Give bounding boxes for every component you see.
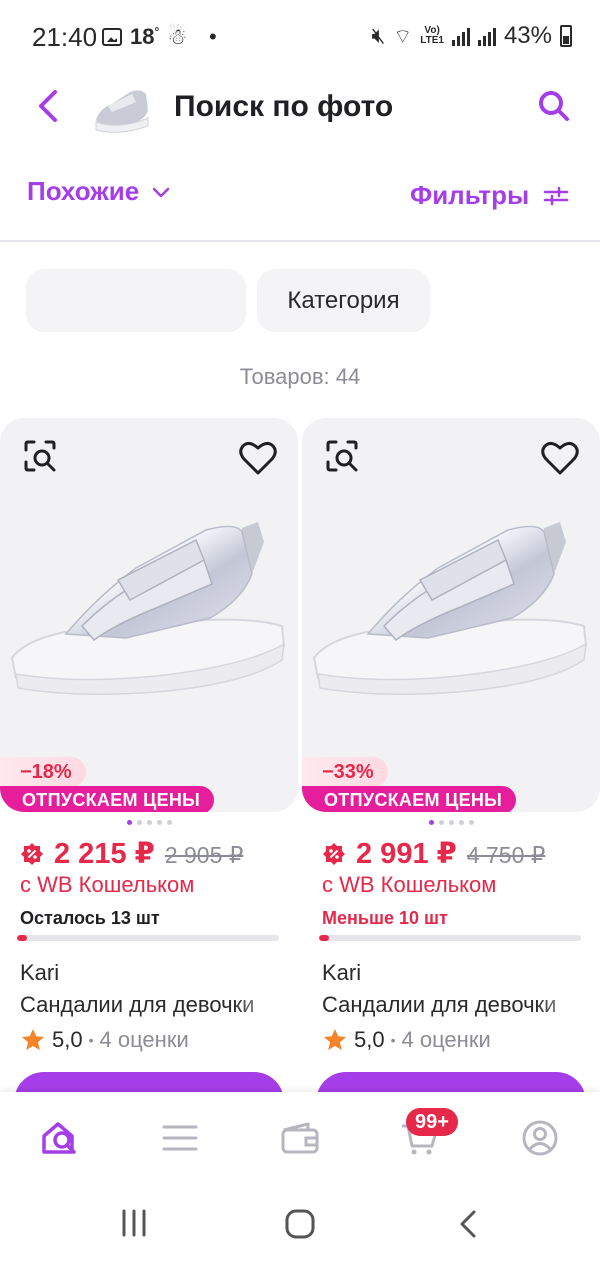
rating-separator: • xyxy=(390,1032,396,1048)
recent-apps-icon xyxy=(122,1209,146,1237)
system-status-icons: 🔇︎ ⌔ Vo) LTE1 43% xyxy=(372,22,572,50)
discount-badge: −33% xyxy=(302,757,388,787)
wallet-icon xyxy=(281,1122,319,1154)
product-brand: Kari xyxy=(322,960,362,985)
product-card[interactable]: −33% ОТПУСКАЕМ ЦЕНЫ 2 991 ₽ 4 750 ₽ с WB… xyxy=(302,418,600,1102)
stock-bar-fill xyxy=(319,935,330,941)
stock-bar xyxy=(319,935,581,941)
star-icon xyxy=(22,1029,44,1050)
sandal-image xyxy=(10,522,286,695)
system-navigation-bar xyxy=(0,1186,600,1266)
visual-search-icon[interactable] xyxy=(324,438,362,476)
rating-value: 5,0 xyxy=(354,1027,385,1052)
status-bar: 21:40 18° ☃ • 🔇︎ ⌔ Vo) LTE1 43% xyxy=(0,0,600,72)
cart-count-badge: 99+ xyxy=(406,1108,458,1136)
wallet-discount-icon xyxy=(21,843,43,865)
rating-separator: • xyxy=(88,1032,94,1048)
wallet-discount-icon xyxy=(323,843,345,865)
wallet-price-note: с WB Кошельком xyxy=(322,872,497,897)
promo-badge: ОТПУСКАЕМ ЦЕНЫ xyxy=(302,786,517,812)
reviews-count: 4 оценки xyxy=(99,1027,189,1052)
product-brand: Kari xyxy=(20,960,60,985)
product-name[interactable]: Сандалии для девочки xyxy=(20,992,288,1018)
favorite-heart-icon[interactable] xyxy=(540,440,580,476)
visual-search-icon[interactable] xyxy=(22,438,60,476)
product-image[interactable]: −18% ОТПУСКАЕМ ЦЕНЫ xyxy=(0,418,298,812)
sort-label: Похожие xyxy=(27,176,140,206)
product-name[interactable]: Сандалии для девочки xyxy=(322,992,590,1018)
sandal-thumbnail-image xyxy=(90,80,154,138)
stock-text: Меньше 10 шт xyxy=(322,908,448,928)
image-pager-dots xyxy=(302,820,600,825)
price: 2 215 ₽ xyxy=(54,838,155,870)
chevron-left-icon xyxy=(39,90,57,122)
recent-apps-button[interactable] xyxy=(120,1208,148,1243)
filter-chip-placeholder[interactable] xyxy=(26,269,246,332)
product-rating: 5,0 • 4 оценки xyxy=(20,1027,189,1053)
more-notifications-icon: • xyxy=(209,24,217,49)
image-pager-dots xyxy=(0,820,298,825)
filters-icon xyxy=(543,186,569,205)
status-time: 21:40 xyxy=(32,22,98,52)
profile-icon xyxy=(522,1120,558,1156)
temperature: 18° xyxy=(130,24,160,49)
rating-value: 5,0 xyxy=(52,1027,83,1052)
price-row: 2 991 ₽ 4 750 ₽ xyxy=(322,836,545,871)
sort-dropdown[interactable]: Похожие xyxy=(27,176,171,207)
catalog-icon xyxy=(162,1125,198,1151)
old-price: 2 905 ₽ xyxy=(164,842,244,868)
price-row: 2 215 ₽ 2 905 ₽ xyxy=(20,836,243,871)
star-icon xyxy=(324,1029,346,1050)
mute-icon: 🔇︎ xyxy=(371,23,386,48)
page-title: Поиск по фото xyxy=(174,90,394,123)
filters-label: Фильтры xyxy=(410,180,530,210)
signal-2-icon xyxy=(477,26,496,46)
nav-home[interactable] xyxy=(40,1118,84,1158)
bottom-navigation: 99+ xyxy=(0,1092,600,1186)
category-chip[interactable]: Категория xyxy=(257,269,430,332)
nav-wallet[interactable] xyxy=(278,1118,322,1158)
product-card[interactable]: −18% ОТПУСКАЕМ ЦЕНЫ 2 215 ₽ 2 905 ₽ с WB… xyxy=(0,418,298,1102)
nav-catalog[interactable] xyxy=(158,1118,202,1158)
discount-badge: −18% xyxy=(0,757,86,787)
wallet-price-note: с WB Кошельком xyxy=(20,872,195,897)
back-button[interactable] xyxy=(30,86,70,126)
nav-profile[interactable] xyxy=(518,1118,562,1158)
app-notification-icon: ☃ xyxy=(167,24,188,49)
price: 2 991 ₽ xyxy=(356,838,457,870)
battery-percent: 43% xyxy=(503,22,552,49)
wifi-icon: ⌔ xyxy=(393,25,413,48)
stock-bar xyxy=(17,935,279,941)
stock-bar-fill xyxy=(17,935,28,941)
system-back-icon xyxy=(460,1210,476,1238)
home-icon xyxy=(42,1122,76,1154)
volte-icon: Vo) LTE1 xyxy=(420,25,444,46)
gallery-notification-icon xyxy=(102,28,122,46)
favorite-heart-icon[interactable] xyxy=(238,440,278,476)
header-divider xyxy=(0,240,600,242)
reviews-count: 4 оценки xyxy=(401,1027,491,1052)
product-rating: 5,0 • 4 оценки xyxy=(322,1027,491,1053)
signal-icon xyxy=(451,26,470,46)
status-notification-icons: 18° ☃ • xyxy=(102,24,217,50)
search-photo-thumbnail[interactable] xyxy=(90,80,154,138)
promo-badge: ОТПУСКАЕМ ЦЕНЫ xyxy=(0,786,215,812)
product-image[interactable]: −33% ОТПУСКАЕМ ЦЕНЫ xyxy=(302,418,600,812)
search-button[interactable] xyxy=(534,86,574,126)
old-price: 4 750 ₽ xyxy=(466,842,546,868)
home-circle-icon xyxy=(285,1209,315,1239)
stock-text: Осталось 13 шт xyxy=(20,908,160,928)
sandal-image xyxy=(312,522,588,695)
results-count: Товаров: 44 xyxy=(239,364,361,389)
system-back-button[interactable] xyxy=(456,1208,480,1245)
battery-icon xyxy=(560,25,572,47)
chevron-down-icon xyxy=(152,187,170,197)
home-button[interactable] xyxy=(284,1208,316,1245)
filters-button[interactable]: Фильтры xyxy=(410,180,569,211)
search-icon xyxy=(539,91,569,121)
